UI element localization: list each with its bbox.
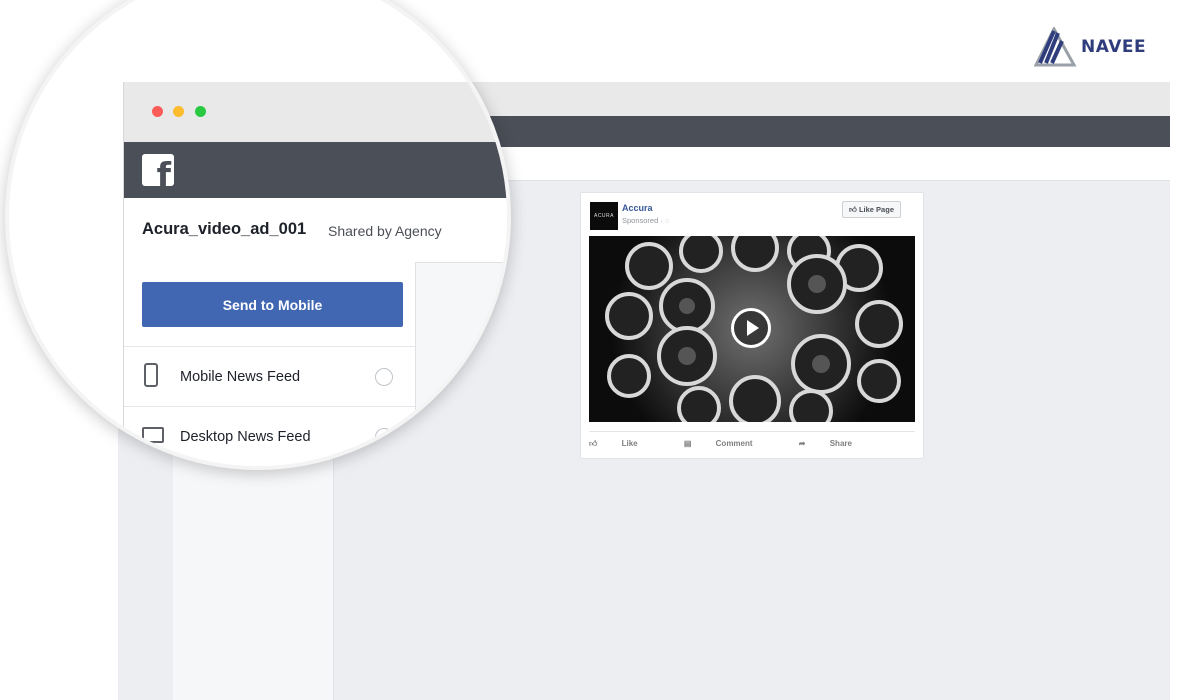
share-label: Share [829, 439, 852, 448]
like-page-button[interactable]: 👍︎ Like Page [842, 201, 901, 218]
placement-label: Desktop News Feed [180, 429, 311, 445]
facebook-logo-glyph: f [156, 155, 171, 186]
placement-option-mobile-news-feed[interactable]: Mobile News Feed [124, 346, 415, 407]
thumbs-up-icon: 👍︎ [849, 205, 857, 214]
acura-logo: ACURA [590, 202, 618, 230]
placement-panel: Send to Mobile Mobile News Feed Desktop … [124, 262, 416, 466]
ad-sponsored-label: Sponsored · ◌ [622, 216, 670, 225]
facebook-logo-icon[interactable]: f [142, 154, 174, 186]
navee-wordmark: NAVEE [1081, 37, 1147, 57]
comment-label: Comment [715, 439, 753, 448]
zoomed-window: f Acura_video_ad_001 Shared by Agency Se… [123, 82, 507, 466]
ad-video[interactable] [589, 236, 915, 422]
navee-logo: NAVEE [1034, 27, 1174, 67]
shared-by-label: Shared by Agency [328, 223, 442, 239]
magnifier-zoom-circle: f Acura_video_ad_001 Shared by Agency Se… [5, 0, 511, 470]
placement-radio[interactable] [375, 428, 393, 446]
close-window-button[interactable] [152, 106, 163, 117]
like-page-label: Like Page [858, 205, 894, 214]
share-action[interactable]: ➦ Share [799, 439, 874, 448]
mobile-phone-icon [144, 363, 158, 387]
navee-mark-icon [1034, 27, 1077, 67]
maximize-window-button[interactable] [195, 106, 206, 117]
ad-title-bar: Acura_video_ad_001 Shared by Agency [124, 198, 507, 263]
send-to-mobile-button[interactable]: Send to Mobile [142, 282, 403, 327]
window-title-bar [124, 82, 507, 143]
thumbs-up-icon: 👍︎ [589, 439, 598, 448]
desktop-monitor-icon [142, 427, 164, 443]
play-icon [747, 320, 759, 336]
placement-label: Mobile News Feed [180, 369, 301, 385]
ad-action-bar: 👍︎ Like ▤ Comment ➦ Share [589, 431, 915, 449]
comment-action[interactable]: ▤ Comment [684, 439, 775, 448]
minimize-window-button[interactable] [173, 106, 184, 117]
play-button[interactable] [731, 308, 771, 348]
like-action[interactable]: 👍︎ Like [589, 439, 660, 448]
placement-radio[interactable] [375, 368, 393, 386]
ad-name-title: Acura_video_ad_001 [142, 220, 307, 238]
ad-page-name[interactable]: Accura [622, 203, 653, 213]
ad-preview-card: ACURA Accura Sponsored · ◌ 👍︎ Like Page … [580, 192, 924, 459]
comment-icon: ▤ [683, 439, 692, 448]
share-icon: ➦ [798, 439, 806, 448]
like-label: Like [621, 439, 638, 448]
facebook-top-bar [124, 142, 507, 198]
placement-option-desktop-news-feed[interactable]: Desktop News Feed [124, 406, 415, 466]
